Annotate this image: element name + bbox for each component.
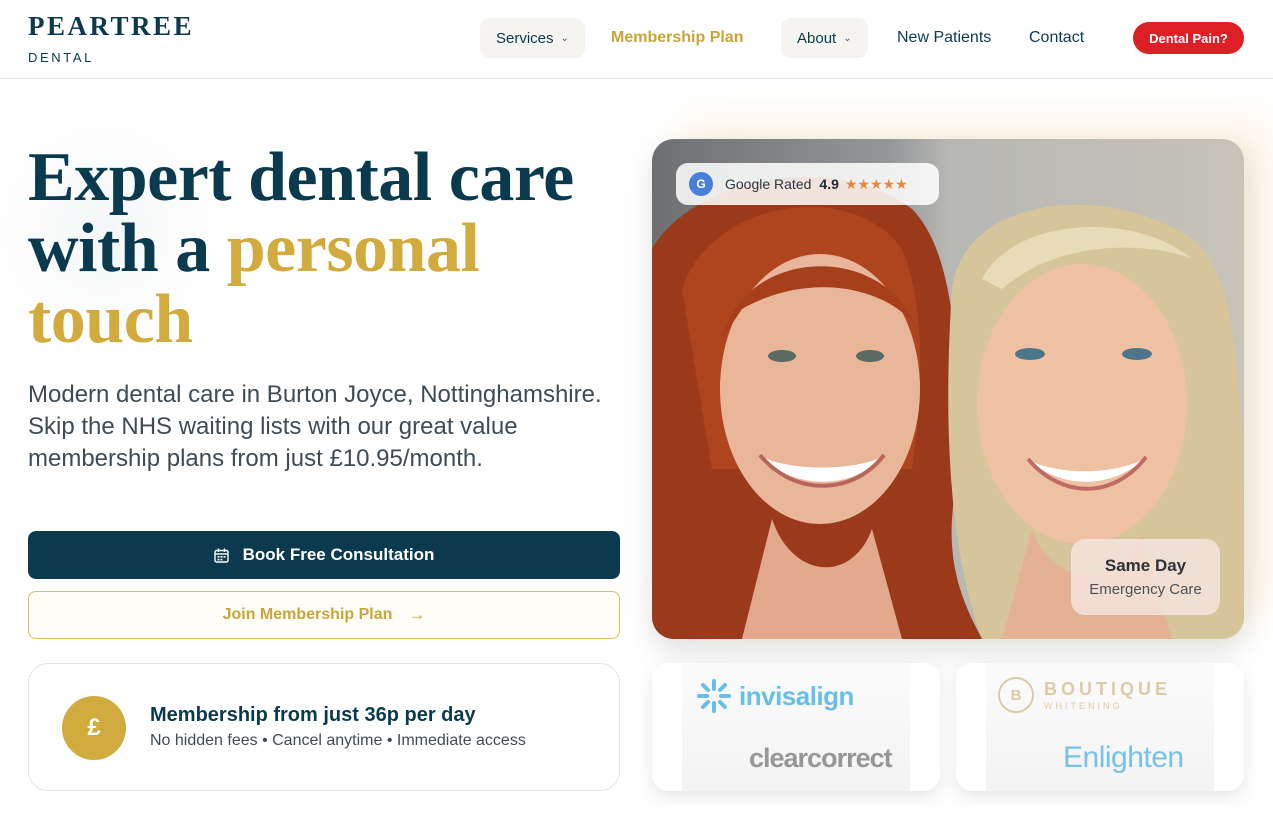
nav-services[interactable]: Services ⌄ xyxy=(480,18,585,58)
invisalign-star-icon xyxy=(697,679,731,713)
brand-card-aligners: invisalign clearcorrect xyxy=(652,663,940,791)
nav-membership-plan[interactable]: Membership Plan xyxy=(611,18,743,58)
logo-wordmark: PEARTREE xyxy=(28,11,195,41)
join-membership-button[interactable]: Join Membership Plan → xyxy=(28,591,620,639)
rating-score: 4.9 xyxy=(819,176,839,192)
enlighten-logo: Enlighten xyxy=(1063,741,1184,774)
nav-about[interactable]: About ⌄ xyxy=(781,18,868,58)
chevron-down-icon: ⌄ xyxy=(560,32,569,44)
headline-line-2a: with a xyxy=(28,210,227,287)
join-membership-label: Join Membership Plan xyxy=(222,606,393,623)
boutique-mark-icon: B xyxy=(998,677,1034,713)
dental-pain-button[interactable]: Dental Pain? xyxy=(1133,22,1244,54)
google-icon: G xyxy=(689,172,713,196)
membership-info-card: £ Membership from just 36p per day No hi… xyxy=(28,663,620,791)
boutique-whitening-logo: B BOUTIQUE WHITENING xyxy=(998,677,1171,713)
same-day-badge: Same Day Emergency Care xyxy=(1071,539,1220,615)
clearcorrect-logo: clearcorrect xyxy=(749,743,893,773)
same-day-title: Same Day xyxy=(1104,556,1187,575)
hero-photo: G Google Rated 4.9 ★★★★★ Same Day Emerge… xyxy=(652,139,1244,639)
google-rating-badge: G Google Rated 4.9 ★★★★★ xyxy=(676,163,939,205)
hero-headline: Expert dental care with a personal touch xyxy=(28,142,628,355)
logo-subtitle: DENTAL xyxy=(28,50,94,65)
chevron-down-icon: ⌄ xyxy=(843,32,852,44)
membership-card-title: Membership from just 36p per day xyxy=(150,704,476,726)
nav-contact[interactable]: Contact xyxy=(1029,18,1084,58)
arrow-right-icon: → xyxy=(408,605,426,624)
headline-line-1: Expert dental care xyxy=(28,139,574,216)
calendar-icon xyxy=(213,548,229,563)
same-day-subtitle: Emergency Care xyxy=(1089,581,1202,598)
invisalign-logo: invisalign xyxy=(697,679,854,713)
rating-label: Google Rated xyxy=(725,176,812,192)
headline-line-3: touch xyxy=(28,281,193,358)
site-header: PEARTREE DENTAL Services ⌄ Membership Pl… xyxy=(0,0,1273,79)
nav-new-patients[interactable]: New Patients xyxy=(897,18,991,58)
logo[interactable]: PEARTREE DENTAL xyxy=(28,12,194,65)
whitening-wordmark: WHITENING xyxy=(1044,701,1123,711)
nav-about-label: About xyxy=(797,29,837,47)
pound-icon: £ xyxy=(62,696,126,760)
hero-lead-text: Modern dental care in Burton Joyce, Nott… xyxy=(28,381,602,472)
invisalign-wordmark: invisalign xyxy=(739,680,854,711)
star-rating-icons: ★★★★★ xyxy=(844,175,908,192)
book-consultation-label: Book Free Consultation xyxy=(242,545,435,564)
membership-card-subtitle: No hidden fees • Cancel anytime • Immedi… xyxy=(150,732,526,749)
boutique-wordmark: BOUTIQUE xyxy=(1044,679,1172,699)
book-consultation-button[interactable]: Book Free Consultation xyxy=(28,531,620,579)
nav-services-label: Services xyxy=(496,29,554,47)
brand-card-whitening: B BOUTIQUE WHITENING Enlighten xyxy=(956,663,1244,791)
headline-highlight: personal xyxy=(226,210,480,287)
